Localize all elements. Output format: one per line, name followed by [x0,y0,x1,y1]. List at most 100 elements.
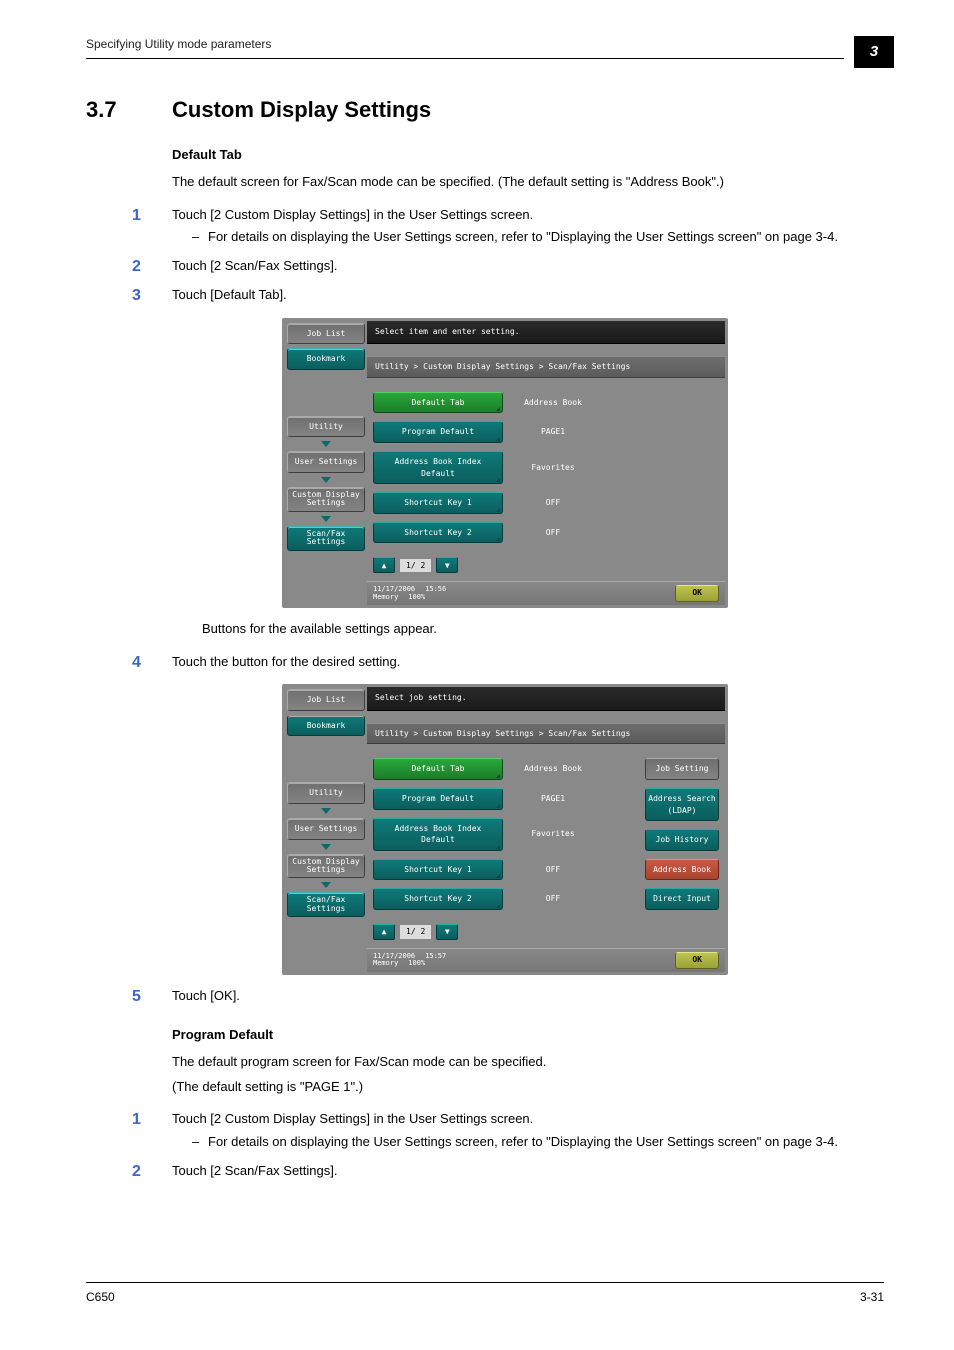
pager: ▲ 1/ 2 ▼ [373,557,719,573]
mid-line: Buttons for the available settings appea… [202,620,872,639]
side-utility[interactable]: Utility [287,782,365,804]
opt-addr-index[interactable]: Address Book Index Default [373,818,503,851]
rcol-job-setting[interactable]: Job Setting [645,758,719,780]
arrow-down-icon: ▼ [445,560,450,572]
side-bookmark[interactable]: Bookmark [287,348,365,370]
opt-value: Favorites [511,458,595,478]
step-text: Touch [Default Tab]. [172,287,287,302]
page-up-button[interactable]: ▲ [373,557,395,573]
opt-addr-index[interactable]: Address Book Index Default [373,451,503,484]
chevron-down-icon [321,516,331,522]
footer-right: 3-31 [860,1289,884,1306]
arrow-up-icon: ▲ [382,926,387,938]
arrow-up-icon: ▲ [382,560,387,572]
opt-shortcut-1[interactable]: Shortcut Key 1 [373,859,503,881]
rcol-address-book[interactable]: Address Book [645,859,719,881]
chevron-down-icon [321,808,331,814]
status-time: 15:57 [425,953,446,961]
section-number: 3.7 [86,94,172,126]
side-scan-fax[interactable]: Scan/Fax Settings [287,892,365,917]
opt-value: OFF [511,860,595,880]
opt-value: OFF [511,493,595,513]
footer-left: C650 [86,1289,115,1306]
step-number: 3 [132,286,160,305]
panel-title: Select job setting. [367,687,725,711]
rcol-address-search[interactable]: Address Search (LDAP) [645,788,719,821]
page-footer: C650 3-31 [86,1282,884,1306]
step-text: Touch [OK]. [172,988,240,1003]
step-number: 1 [132,1110,160,1152]
step-number: 5 [132,987,160,1006]
page-indicator: 1/ 2 [399,924,432,940]
status-time: 15:56 [425,586,446,594]
program-default-desc1: The default program screen for Fax/Scan … [172,1053,872,1072]
rcol-job-history[interactable]: Job History [645,829,719,851]
chevron-down-icon [321,477,331,483]
opt-value: PAGE1 [511,422,595,442]
opt-shortcut-2[interactable]: Shortcut Key 2 [373,888,503,910]
running-header: Specifying Utility mode parameters 3 [86,36,884,70]
step-number: 1 [132,206,160,248]
section-heading: 3.7 Custom Display Settings [86,94,884,126]
rcol-direct-input[interactable]: Direct Input [645,888,719,910]
side-user-settings[interactable]: User Settings [287,818,365,840]
step-number: 2 [132,257,160,276]
opt-shortcut-2[interactable]: Shortcut Key 2 [373,522,503,544]
pager: ▲ 1/ 2 ▼ [373,924,639,940]
ok-button[interactable]: OK [675,585,719,602]
opt-value: Address Book [511,393,595,413]
status-mem-value: 100% [408,960,425,968]
runhead-rule [86,58,844,59]
step-text: Touch [2 Scan/Fax Settings]. [172,258,337,273]
subhead-program-default: Program Default [172,1026,872,1045]
status-mem-label: Memory [373,960,398,968]
opt-value: OFF [511,889,595,909]
opt-program-default[interactable]: Program Default [373,421,503,443]
side-job-list[interactable]: Job List [287,323,365,345]
step-text: Touch [2 Custom Display Settings] in the… [172,207,533,222]
program-default-desc2: (The default setting is "PAGE 1".) [172,1078,872,1097]
page-indicator: 1/ 2 [399,558,432,574]
side-custom-display[interactable]: Custom Display Settings [287,487,365,512]
arrow-down-icon: ▼ [445,926,450,938]
panel-title: Select item and enter setting. [367,321,725,345]
status-bar: 11/17/200615:57 Memory100% OK [367,948,725,972]
chevron-down-icon [321,441,331,447]
runhead-title: Specifying Utility mode parameters [86,36,884,53]
default-tab-desc: The default screen for Fax/Scan mode can… [172,173,872,192]
side-utility[interactable]: Utility [287,416,365,438]
step-text: Touch [2 Custom Display Settings] in the… [172,1111,533,1126]
side-user-settings[interactable]: User Settings [287,451,365,473]
side-bookmark[interactable]: Bookmark [287,715,365,737]
ok-button[interactable]: OK [675,952,719,969]
chapter-tab: 3 [854,36,894,68]
side-custom-display[interactable]: Custom Display Settings [287,854,365,879]
step-number: 4 [132,653,160,672]
step-subnote: For details on displaying the User Setti… [192,1133,872,1152]
opt-default-tab[interactable]: Default Tab [373,392,503,414]
side-job-list[interactable]: Job List [287,689,365,711]
side-scan-fax[interactable]: Scan/Fax Settings [287,526,365,551]
page-up-button[interactable]: ▲ [373,924,395,940]
step-subnote: For details on displaying the User Setti… [192,228,872,247]
screenshot-1: Job List Bookmark Utility User Settings … [282,318,728,609]
chevron-down-icon [321,844,331,850]
screenshot-2: Job List Bookmark Utility User Settings … [282,684,728,975]
breadcrumb: Utility > Custom Display Settings > Scan… [367,356,725,378]
opt-value: Favorites [511,824,595,844]
opt-default-tab[interactable]: Default Tab [373,758,503,780]
page-down-button[interactable]: ▼ [436,557,458,573]
opt-value: PAGE1 [511,789,595,809]
page-down-button[interactable]: ▼ [436,924,458,940]
section-title: Custom Display Settings [172,94,431,126]
status-mem-value: 100% [408,594,425,602]
opt-program-default[interactable]: Program Default [373,788,503,810]
chevron-down-icon [321,882,331,888]
subhead-default-tab: Default Tab [172,146,872,165]
step-number: 2 [132,1162,160,1181]
step-text: Touch [2 Scan/Fax Settings]. [172,1163,337,1178]
opt-shortcut-1[interactable]: Shortcut Key 1 [373,492,503,514]
status-bar: 11/17/200615:56 Memory100% OK [367,581,725,605]
step-text: Touch the button for the desired setting… [172,654,400,669]
opt-value: Address Book [511,759,595,779]
